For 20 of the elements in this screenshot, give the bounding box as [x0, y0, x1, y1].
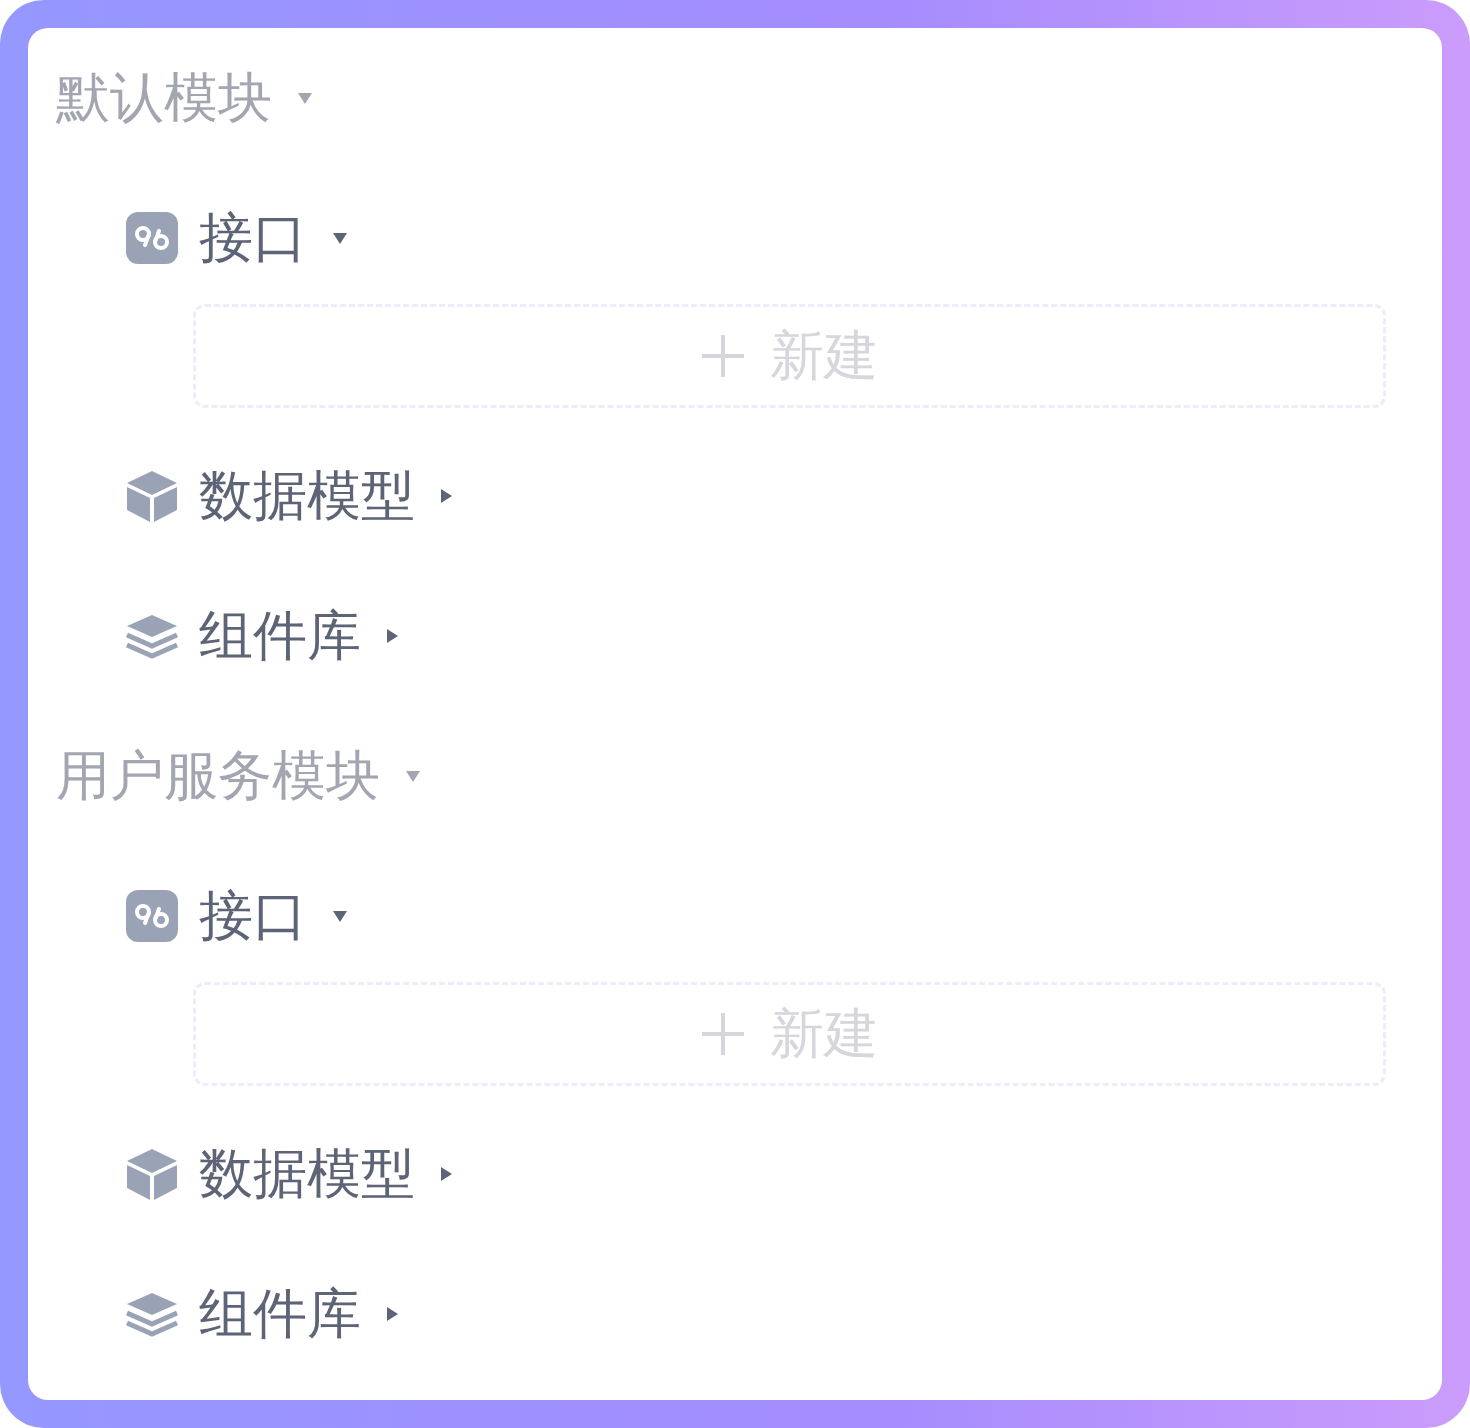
- caret-icon[interactable]: [387, 1307, 398, 1321]
- layers-icon: [125, 613, 179, 659]
- plus-icon: [701, 335, 744, 377]
- tree-item-label[interactable]: 数据模型: [199, 459, 415, 533]
- caret-icon[interactable]: [441, 1167, 452, 1181]
- layers-icon: [125, 1291, 179, 1337]
- caret-icon[interactable]: [333, 910, 347, 922]
- cube-icon: [125, 1147, 179, 1201]
- tree-item-label[interactable]: 数据模型: [199, 1137, 415, 1211]
- caret-icon[interactable]: [387, 629, 398, 643]
- tree-item-label[interactable]: 接口: [199, 201, 307, 275]
- caret-icon[interactable]: [333, 232, 347, 244]
- tree-item-label[interactable]: 组件库: [199, 599, 361, 673]
- caret-icon[interactable]: [441, 489, 452, 503]
- plus-icon: [701, 1013, 744, 1055]
- api-icon: [125, 889, 179, 943]
- api-icon: [125, 211, 179, 265]
- tree-item-label[interactable]: 接口: [199, 879, 307, 953]
- tree-item-label[interactable]: 组件库: [199, 1277, 361, 1351]
- cube-icon: [125, 469, 179, 523]
